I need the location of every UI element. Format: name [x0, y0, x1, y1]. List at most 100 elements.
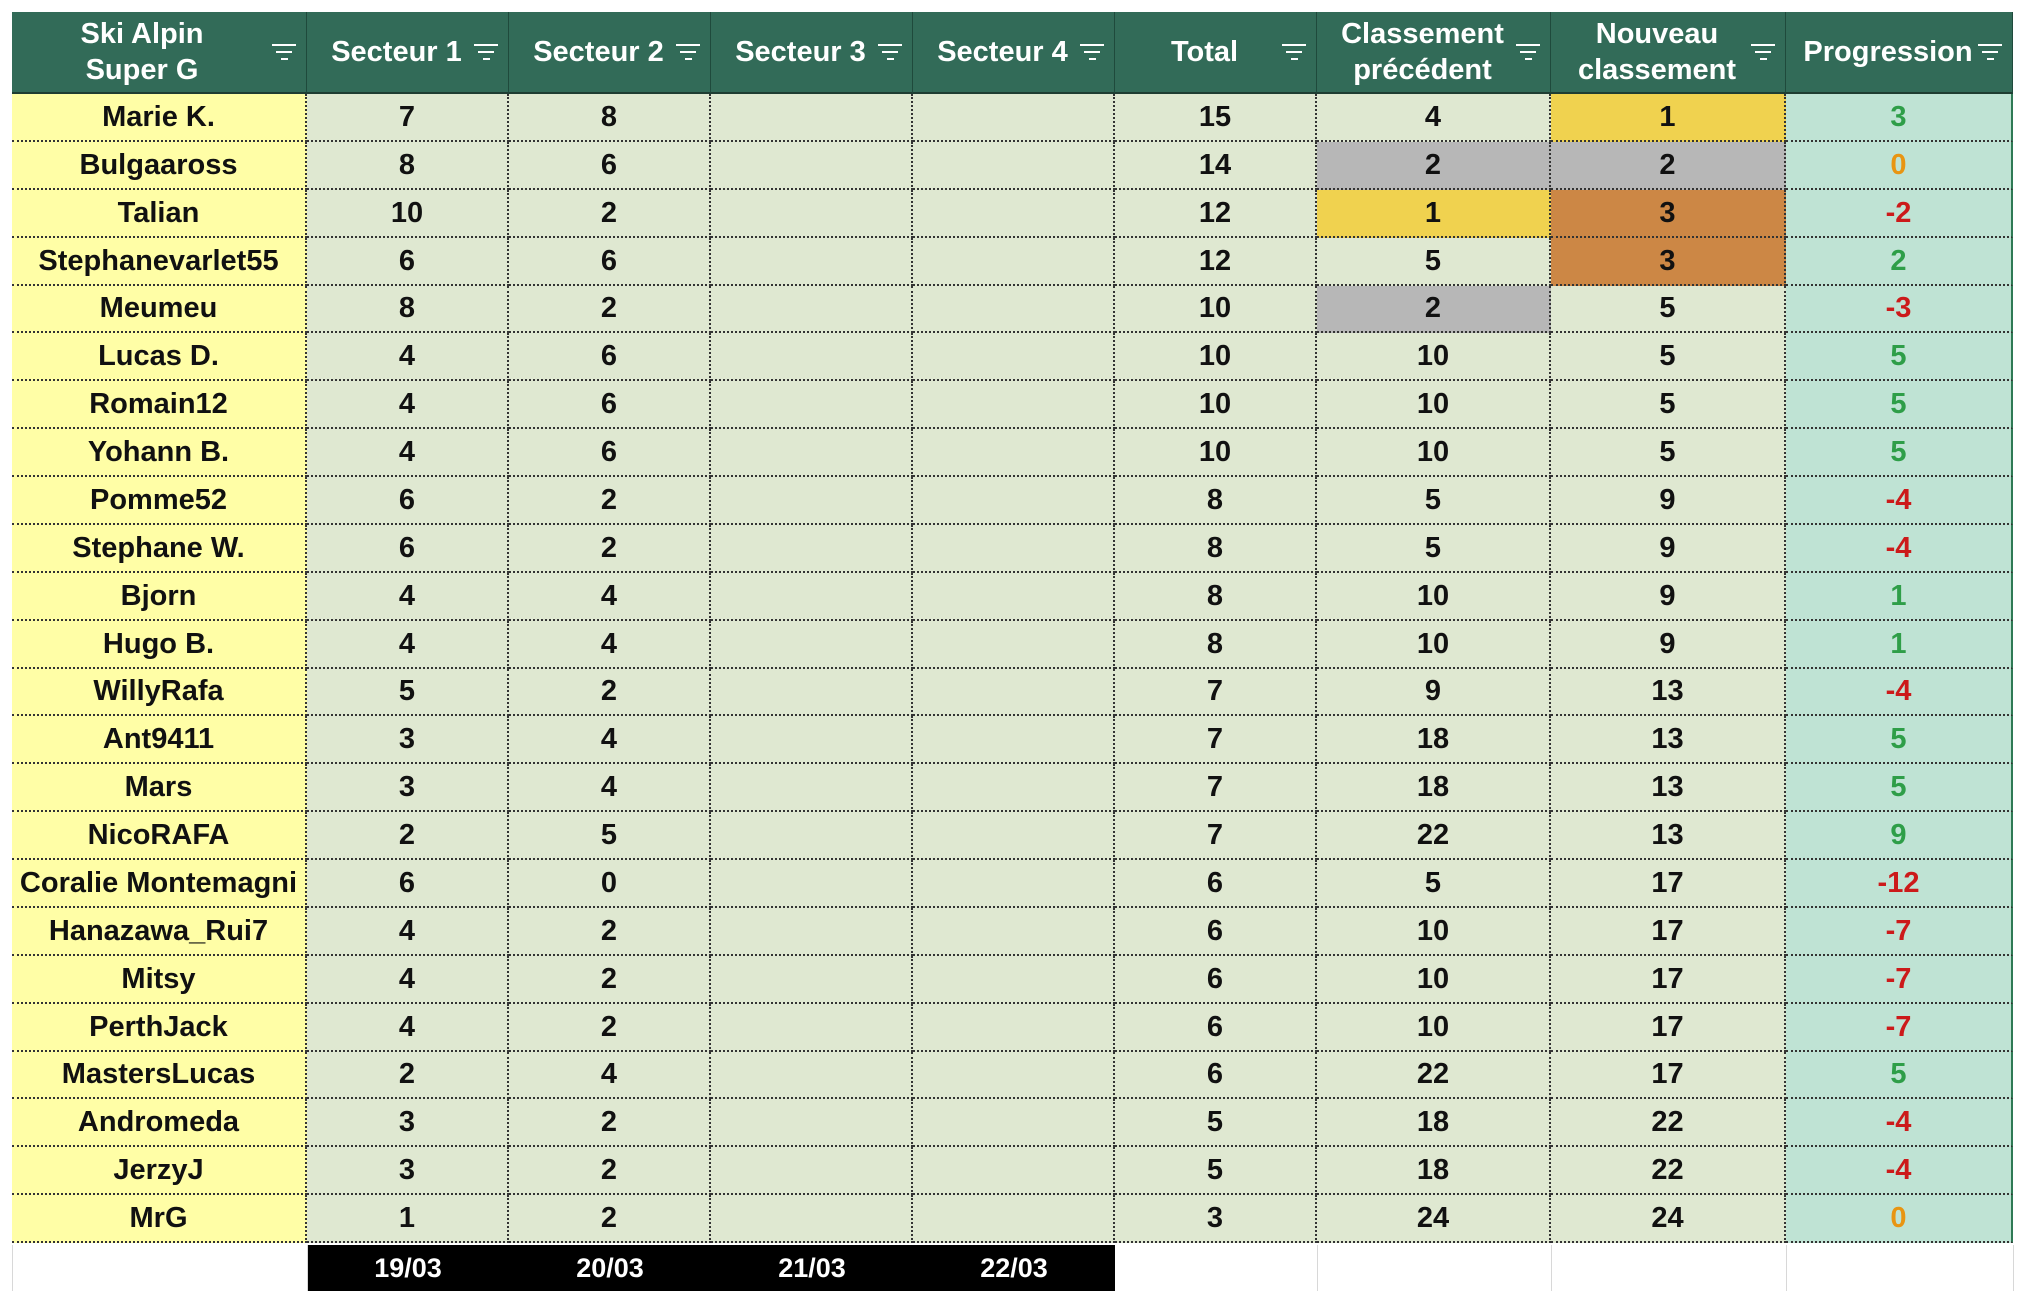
classement-precedent-cell[interactable]: 24: [1317, 1195, 1551, 1243]
secteur-4-cell[interactable]: [913, 764, 1115, 812]
total-cell[interactable]: 7: [1115, 716, 1317, 764]
total-cell[interactable]: 7: [1115, 812, 1317, 860]
total-cell[interactable]: 6: [1115, 1004, 1317, 1052]
secteur-3-cell[interactable]: [711, 860, 913, 908]
nouveau-classement-cell[interactable]: 5: [1551, 381, 1786, 429]
filter-icon[interactable]: [1080, 44, 1104, 60]
secteur-1-cell[interactable]: 7: [307, 94, 509, 142]
classement-precedent-cell[interactable]: 18: [1317, 716, 1551, 764]
classement-precedent-cell[interactable]: 5: [1317, 525, 1551, 573]
secteur-4-cell[interactable]: [913, 908, 1115, 956]
classement-precedent-cell[interactable]: 10: [1317, 621, 1551, 669]
secteur-4-cell[interactable]: [913, 238, 1115, 286]
secteur-2-cell[interactable]: 4: [509, 621, 711, 669]
secteur-3-cell[interactable]: [711, 477, 913, 525]
secteur-4-cell[interactable]: [913, 812, 1115, 860]
secteur-3-cell[interactable]: [711, 525, 913, 573]
secteur-3-cell[interactable]: [711, 333, 913, 381]
secteur-2-cell[interactable]: 2: [509, 1147, 711, 1195]
secteur-2-cell[interactable]: 2: [509, 1195, 711, 1243]
classement-precedent-cell[interactable]: 18: [1317, 1147, 1551, 1195]
nouveau-classement-cell[interactable]: 5: [1551, 333, 1786, 381]
secteur-4-cell[interactable]: [913, 573, 1115, 621]
player-name-cell[interactable]: Andromeda: [12, 1099, 307, 1147]
secteur-1-cell[interactable]: 6: [307, 477, 509, 525]
filter-icon[interactable]: [676, 44, 700, 60]
header-ski-alpin-super-g[interactable]: Ski Alpin Super G: [12, 12, 307, 94]
nouveau-classement-cell[interactable]: 13: [1551, 764, 1786, 812]
progression-cell[interactable]: -2: [1786, 190, 2013, 238]
secteur-4-cell[interactable]: [913, 716, 1115, 764]
total-cell[interactable]: 7: [1115, 669, 1317, 716]
secteur-4-cell[interactable]: [913, 860, 1115, 908]
nouveau-classement-cell[interactable]: 17: [1551, 1052, 1786, 1099]
secteur-3-cell[interactable]: [711, 764, 913, 812]
player-name-cell[interactable]: Hanazawa_Rui7: [12, 908, 307, 956]
secteur-3-cell[interactable]: [711, 429, 913, 477]
progression-cell[interactable]: 5: [1786, 429, 2013, 477]
player-name-cell[interactable]: Ant9411: [12, 716, 307, 764]
secteur-1-cell[interactable]: 4: [307, 573, 509, 621]
secteur-1-cell[interactable]: 3: [307, 1147, 509, 1195]
progression-cell[interactable]: -3: [1786, 286, 2013, 333]
total-cell[interactable]: 12: [1115, 238, 1317, 286]
nouveau-classement-cell[interactable]: 5: [1551, 429, 1786, 477]
secteur-4-cell[interactable]: [913, 1052, 1115, 1099]
progression-cell[interactable]: -4: [1786, 477, 2013, 525]
total-cell[interactable]: 8: [1115, 621, 1317, 669]
nouveau-classement-cell[interactable]: 3: [1551, 190, 1786, 238]
total-cell[interactable]: 10: [1115, 286, 1317, 333]
progression-cell[interactable]: -7: [1786, 1004, 2013, 1052]
classement-precedent-cell[interactable]: 4: [1317, 94, 1551, 142]
classement-precedent-cell[interactable]: 22: [1317, 812, 1551, 860]
secteur-4-cell[interactable]: [913, 94, 1115, 142]
secteur-2-cell[interactable]: 6: [509, 333, 711, 381]
secteur-3-cell[interactable]: [711, 812, 913, 860]
classement-precedent-cell[interactable]: 5: [1317, 860, 1551, 908]
progression-cell[interactable]: -4: [1786, 525, 2013, 573]
total-cell[interactable]: 5: [1115, 1099, 1317, 1147]
progression-cell[interactable]: -4: [1786, 1099, 2013, 1147]
nouveau-classement-cell[interactable]: 5: [1551, 286, 1786, 333]
secteur-3-cell[interactable]: [711, 908, 913, 956]
header-secteur-1[interactable]: Secteur 1: [307, 12, 509, 94]
player-name-cell[interactable]: Bjorn: [12, 573, 307, 621]
progression-cell[interactable]: 0: [1786, 1195, 2013, 1243]
secteur-2-cell[interactable]: 6: [509, 429, 711, 477]
nouveau-classement-cell[interactable]: 9: [1551, 621, 1786, 669]
player-name-cell[interactable]: Lucas D.: [12, 333, 307, 381]
nouveau-classement-cell[interactable]: 24: [1551, 1195, 1786, 1243]
progression-cell[interactable]: 9: [1786, 812, 2013, 860]
filter-icon[interactable]: [878, 44, 902, 60]
secteur-1-cell[interactable]: 4: [307, 1004, 509, 1052]
date-cell-4[interactable]: 22/03: [913, 1245, 1115, 1291]
total-cell[interactable]: 7: [1115, 764, 1317, 812]
secteur-2-cell[interactable]: 5: [509, 812, 711, 860]
player-name-cell[interactable]: Coralie Montemagni: [12, 860, 307, 908]
total-cell[interactable]: 12: [1115, 190, 1317, 238]
secteur-1-cell[interactable]: 10: [307, 190, 509, 238]
secteur-4-cell[interactable]: [913, 669, 1115, 716]
nouveau-classement-cell[interactable]: 1: [1551, 94, 1786, 142]
secteur-3-cell[interactable]: [711, 1099, 913, 1147]
progression-cell[interactable]: 5: [1786, 716, 2013, 764]
secteur-1-cell[interactable]: 3: [307, 1099, 509, 1147]
secteur-1-cell[interactable]: 5: [307, 669, 509, 716]
secteur-1-cell[interactable]: 6: [307, 525, 509, 573]
secteur-4-cell[interactable]: [913, 525, 1115, 573]
classement-precedent-cell[interactable]: 9: [1317, 669, 1551, 716]
total-cell[interactable]: 6: [1115, 1052, 1317, 1099]
secteur-1-cell[interactable]: 2: [307, 812, 509, 860]
secteur-2-cell[interactable]: 4: [509, 1052, 711, 1099]
progression-cell[interactable]: 1: [1786, 573, 2013, 621]
player-name-cell[interactable]: JerzyJ: [12, 1147, 307, 1195]
secteur-2-cell[interactable]: 2: [509, 669, 711, 716]
nouveau-classement-cell[interactable]: 9: [1551, 573, 1786, 621]
secteur-2-cell[interactable]: 2: [509, 190, 711, 238]
nouveau-classement-cell[interactable]: 17: [1551, 1004, 1786, 1052]
secteur-1-cell[interactable]: 6: [307, 238, 509, 286]
nouveau-classement-cell[interactable]: 9: [1551, 525, 1786, 573]
classement-precedent-cell[interactable]: 10: [1317, 956, 1551, 1004]
player-name-cell[interactable]: Talian: [12, 190, 307, 238]
classement-precedent-cell[interactable]: 10: [1317, 908, 1551, 956]
